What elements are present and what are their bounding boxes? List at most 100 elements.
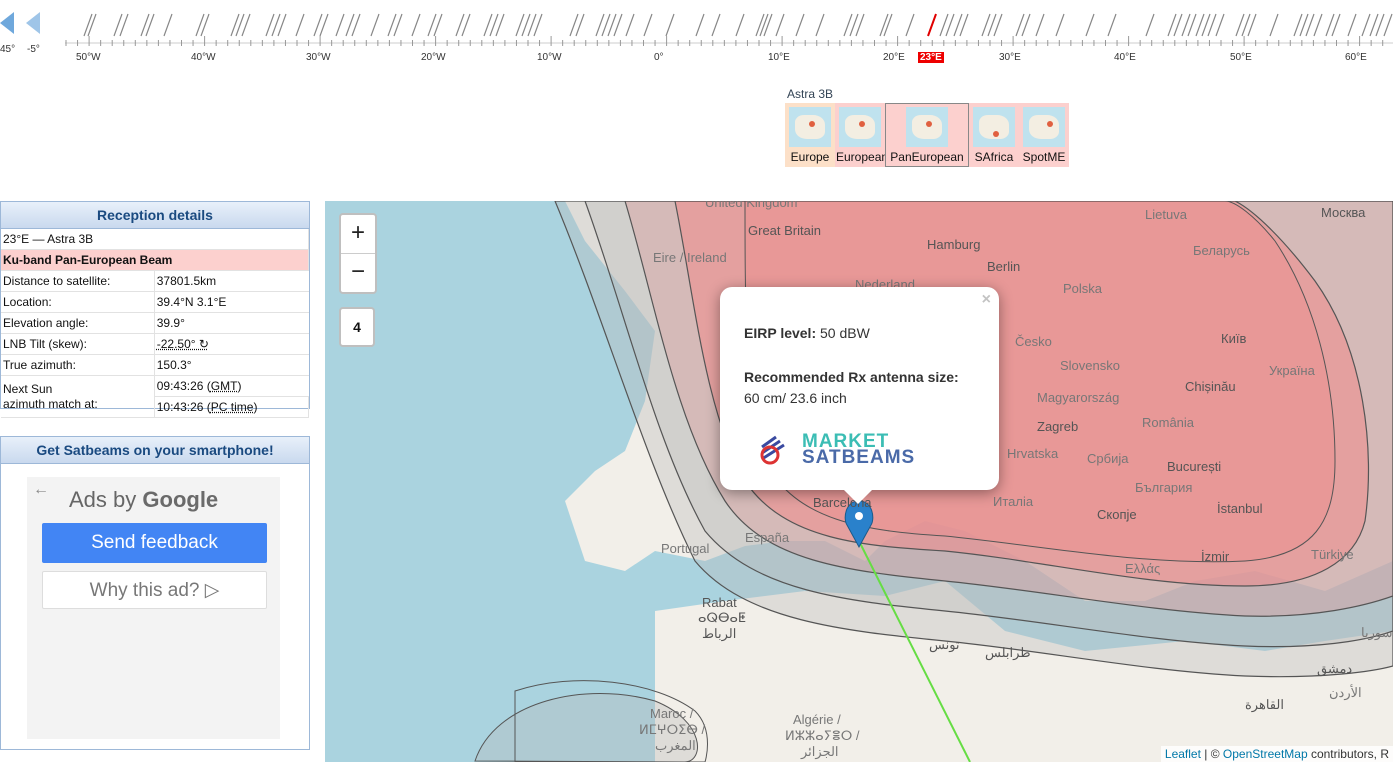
map-label: Zagreb	[1037, 419, 1079, 434]
degree-label: 30°E	[999, 52, 1021, 63]
map-label: الأردن	[1329, 685, 1362, 700]
row-value: 39.4°N 3.1°E	[154, 291, 309, 313]
satellite-marker	[795, 13, 805, 37]
reception-table: 23°E — Astra 3B Ku-band Pan-European Bea…	[1, 229, 310, 418]
map-label: تونس	[929, 637, 960, 652]
beam-option-safrica[interactable]: SAfrica	[969, 103, 1019, 167]
beam-map[interactable]: United Kingdom Great Britain Hamburg Ber…	[325, 201, 1393, 762]
beam-name: Ku-band Pan-European Beam	[1, 249, 309, 271]
popup-close-button[interactable]: ×	[982, 291, 991, 309]
table-row: Distance to satellite: 37801.5km	[1, 270, 309, 292]
table-row: Next Sun azimuth match at: 09:43:26 (GMT)	[1, 375, 309, 418]
gmt-link[interactable]: GMT	[211, 379, 238, 393]
satellite-marker	[755, 13, 765, 37]
satellite-marker	[879, 13, 889, 37]
smartphone-ad-panel: Get Satbeams on your smartphone! ← Ads b…	[0, 436, 310, 750]
ad-frame: ← Ads by Google Send feedback Why this a…	[27, 477, 280, 739]
degree-label: 60°E	[1345, 52, 1367, 63]
beam-option-europe[interactable]: Europe	[785, 103, 835, 167]
satellite-marker	[1361, 13, 1371, 37]
row-label: Elevation angle:	[1, 312, 155, 334]
satellite-marker	[711, 13, 721, 37]
rec-value: 60 cm/ 23.6 inch	[744, 390, 847, 406]
table-row: True azimuth: 150.3°	[1, 354, 309, 376]
satellite-arc[interactable]: 45° -5° 50°W 40°W 30°W 20°W 10°W 0° 10°E…	[0, 0, 1393, 72]
map-label: Chișinău	[1185, 379, 1236, 394]
beam-option-spotme[interactable]: SpotME	[1019, 103, 1069, 167]
map-label: Беларусь	[1193, 243, 1250, 258]
attribution-tail: contributors, R	[1307, 747, 1389, 761]
map-label: İstanbul	[1217, 501, 1263, 516]
lnb-skew-value[interactable]: -22.50° ↻	[154, 333, 309, 355]
satellite-marker	[883, 13, 893, 37]
market-satbeams-logo[interactable]: MARKET SATBEAMS	[756, 431, 931, 468]
map-label: دمشق	[1317, 661, 1353, 676]
osm-link[interactable]: OpenStreetMap	[1223, 747, 1308, 761]
beam-popup: × EIRP level: 50 dBW Recommended Rx ante…	[720, 287, 999, 504]
send-feedback-button[interactable]: Send feedback	[42, 523, 267, 563]
map-label: Türkiye	[1311, 547, 1354, 562]
satellite-marker	[1055, 13, 1065, 37]
selected-degree-label[interactable]: 23°E	[918, 52, 944, 63]
map-label: Polska	[1063, 281, 1103, 296]
map-label: España	[745, 530, 790, 545]
map-label: Magyarország	[1037, 390, 1120, 405]
map-label: القاهرة	[1245, 697, 1284, 712]
row-label: True azimuth:	[1, 354, 155, 376]
satellite-marker	[370, 13, 380, 37]
beam-satellite-name[interactable]: Astra 3B	[787, 87, 1069, 101]
zoom-in-button[interactable]: +	[341, 215, 375, 254]
map-label: طرابلس	[985, 645, 1031, 660]
ads-by-text: Ads by	[69, 487, 137, 512]
satellite-marker	[775, 13, 785, 37]
satellite-marker	[763, 13, 773, 37]
beam-option-label: Europe	[790, 150, 830, 164]
beam-thumbnail	[906, 107, 948, 147]
lnb-skew-link[interactable]: -22.50° ↻	[157, 337, 209, 351]
satellite-ticks[interactable]	[0, 0, 1393, 50]
map-label: Италia	[993, 494, 1034, 509]
satellite-marker	[87, 13, 97, 37]
beam-option-paneuropean[interactable]: PanEuropean	[885, 103, 969, 167]
table-row: Elevation angle: 39.9°	[1, 312, 309, 334]
back-arrow-icon[interactable]: ←	[33, 481, 49, 499]
map-label: المغرب	[655, 738, 696, 753]
beam-thumbnail	[839, 107, 881, 147]
attribution-sep: | ©	[1200, 747, 1223, 761]
satellite-marker	[1383, 13, 1393, 37]
degree-label: 40°E	[1114, 52, 1136, 63]
beam-option-european[interactable]: European	[835, 103, 888, 167]
beam-thumbnail	[973, 107, 1015, 147]
satellite-name: 23°E — Astra 3B	[1, 229, 309, 250]
map-label: Hamburg	[927, 237, 981, 252]
map-label: Eire / Ireland	[653, 250, 727, 265]
satellite-marker	[815, 13, 825, 37]
map-label: ⵍⵎⵖⵔⵉⴱ /	[639, 722, 706, 737]
why-this-ad-button[interactable]: Why this ad? ▷	[42, 571, 267, 609]
satellite-marker	[643, 13, 653, 37]
satbeams-logo-icon	[760, 435, 785, 465]
ads-by-google: Ads by Google	[69, 487, 218, 513]
satellite-marker	[905, 13, 915, 37]
satellite-marker	[695, 13, 705, 37]
satellite-marker	[927, 13, 937, 37]
map-label: Україна	[1269, 363, 1315, 378]
leaflet-link[interactable]: Leaflet	[1165, 747, 1201, 761]
sun-label: Next Sun azimuth match at:	[1, 375, 155, 418]
degree-label: 0°	[654, 52, 664, 63]
satellite-marker	[1313, 13, 1323, 37]
satellite-marker	[1085, 13, 1095, 37]
map-label: İzmir	[1201, 549, 1230, 564]
beam-thumbnail	[789, 107, 831, 147]
row-label: LNB Tilt (skew):	[1, 333, 155, 355]
row-value: 150.3°	[154, 354, 309, 376]
degree-label: 10°W	[537, 52, 562, 63]
satellite-marker	[295, 13, 305, 37]
pc-time-link[interactable]: PC time	[211, 400, 254, 414]
zoom-out-button[interactable]: −	[341, 254, 375, 292]
smartphone-ad-title[interactable]: Get Satbeams on your smartphone!	[1, 437, 309, 464]
reception-details-panel: Reception details 23°E — Astra 3B Ku-ban…	[0, 201, 310, 418]
map-label: Ελλάς	[1125, 561, 1161, 576]
recommended-antenna: Recommended Rx antenna size: 60 cm/ 23.6 …	[744, 367, 959, 409]
satellite-marker	[411, 13, 421, 37]
